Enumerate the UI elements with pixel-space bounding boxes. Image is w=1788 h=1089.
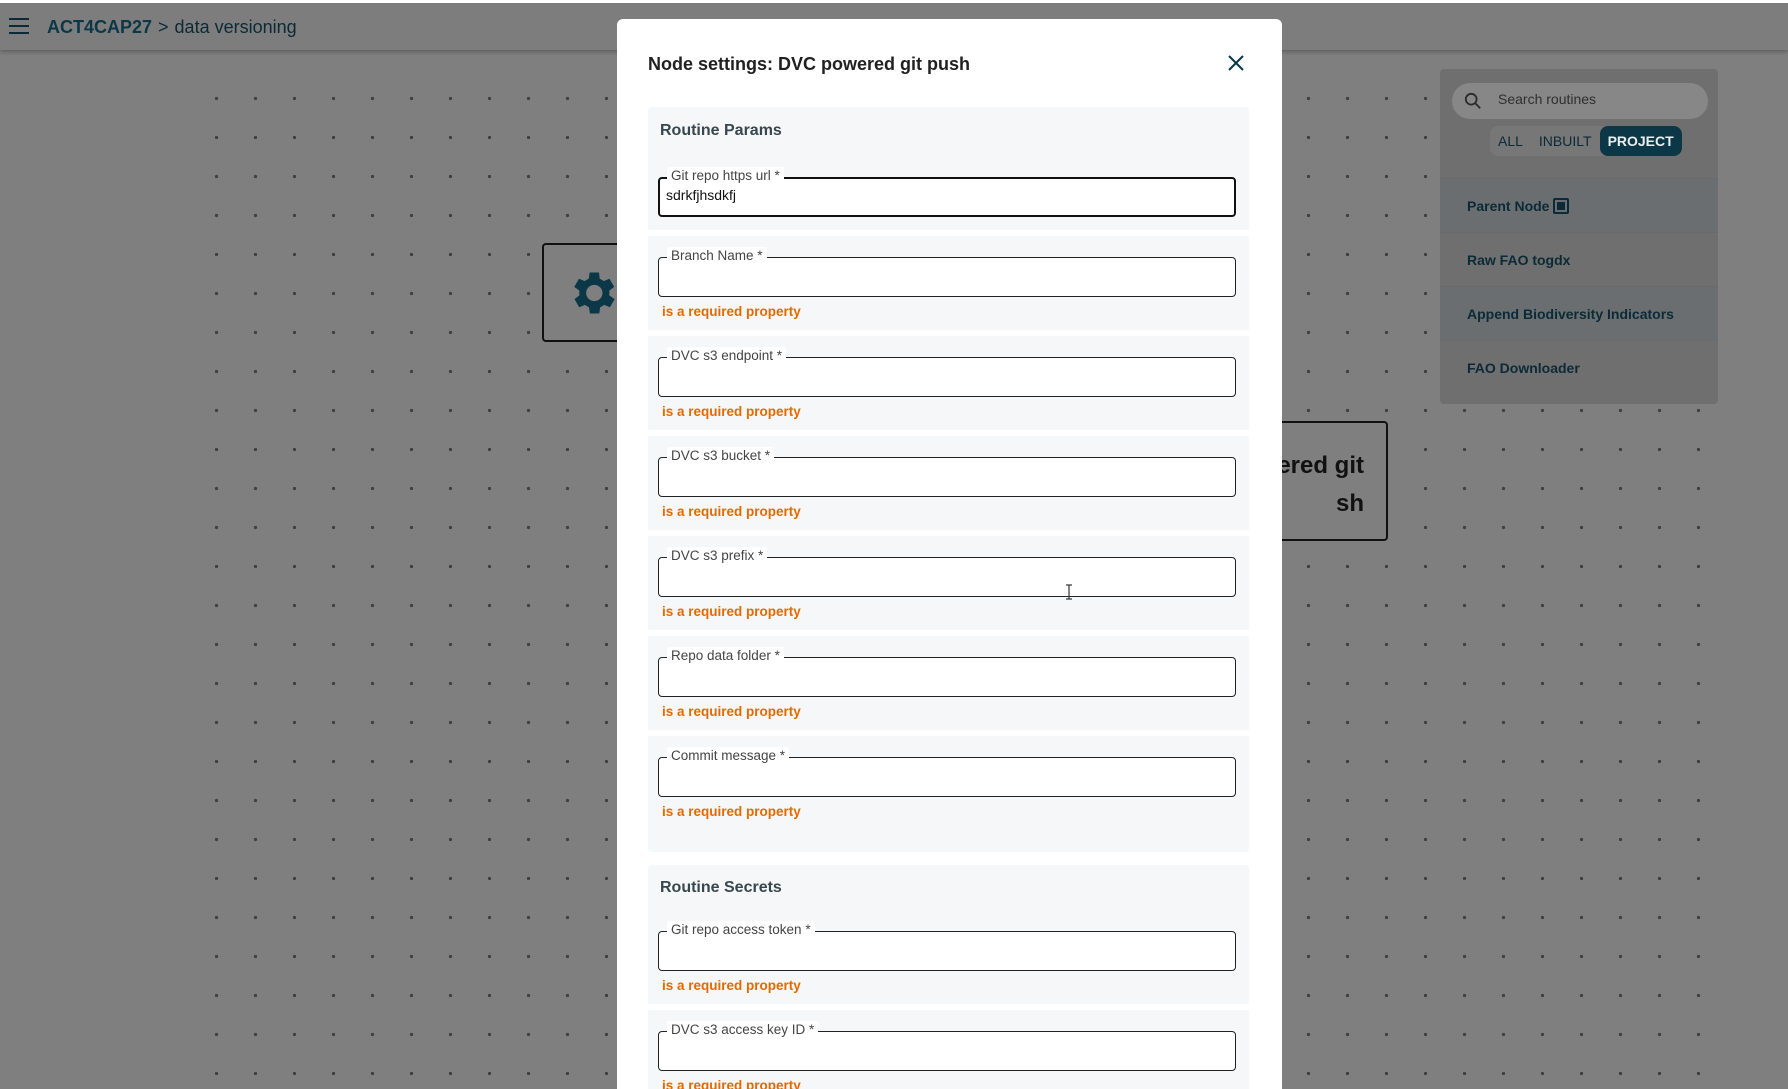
git-url-input[interactable]	[666, 187, 1226, 203]
error-message: is a required property	[662, 978, 801, 993]
routine-filter-tabs: ALL INBUILT PROJECT	[1490, 126, 1682, 156]
routine-item-parent-node[interactable]: Parent Node	[1440, 178, 1718, 232]
repo-data-folder-input[interactable]	[665, 666, 1225, 682]
breadcrumb: ACT4CAP27 > data versioning	[47, 17, 297, 38]
routine-params-section: Routine Params Git repo https url * Bran…	[648, 107, 1249, 852]
search-icon	[1464, 92, 1481, 109]
routine-item-label: Parent Node	[1467, 198, 1550, 214]
workflow-node-left[interactable]	[542, 243, 622, 342]
breadcrumb-project[interactable]: ACT4CAP27	[47, 17, 152, 38]
filter-inbuilt[interactable]: INBUILT	[1531, 126, 1600, 156]
gear-icon	[574, 272, 615, 314]
routine-item-label: Raw FAO togdx	[1467, 252, 1571, 268]
field-label: DVC s3 endpoint *	[667, 347, 787, 364]
error-message: is a required property	[662, 804, 801, 819]
routine-item-label: Append Biodiversity Indicators	[1467, 306, 1674, 322]
error-message: is a required property	[662, 504, 801, 519]
filter-all[interactable]: ALL	[1490, 126, 1531, 156]
s3-prefix-input[interactable]	[665, 566, 1225, 582]
routine-search[interactable]	[1452, 83, 1708, 119]
search-input[interactable]	[1498, 91, 1698, 107]
breadcrumb-page: data versioning	[174, 17, 297, 37]
field-label: DVC s3 prefix *	[667, 547, 768, 564]
field-label: Git repo access token *	[667, 921, 815, 938]
routine-item-fao-downloader[interactable]: FAO Downloader	[1440, 340, 1718, 394]
commit-message-input[interactable]	[665, 766, 1225, 782]
section-title-secrets: Routine Secrets	[660, 879, 782, 896]
section-title-params: Routine Params	[660, 122, 782, 139]
error-message: is a required property	[662, 404, 801, 419]
branch-name-input[interactable]	[665, 266, 1225, 282]
dialog-title: Node settings: DVC powered git push	[648, 54, 971, 74]
chip-icon	[1553, 198, 1570, 214]
routine-item-label: FAO Downloader	[1467, 360, 1580, 376]
field-label: Commit message *	[667, 747, 790, 764]
close-icon[interactable]	[1224, 51, 1248, 75]
node-settings-dialog: Node settings: DVC powered git push Rout…	[617, 19, 1282, 1089]
field-label: DVC s3 bucket *	[667, 447, 775, 464]
field-label: Branch Name *	[667, 247, 767, 264]
field-label: Repo data folder *	[667, 647, 784, 664]
routine-item-append-biodiversity[interactable]: Append Biodiversity Indicators	[1440, 286, 1718, 340]
breadcrumb-separator: >	[158, 17, 169, 37]
text-cursor-icon	[1066, 584, 1072, 600]
routines-panel: ALL INBUILT PROJECT Parent Node Raw FAO …	[1440, 69, 1718, 404]
error-message: is a required property	[662, 604, 801, 619]
error-message: is a required property	[662, 704, 801, 719]
git-access-token-input[interactable]	[665, 940, 1225, 956]
s3-access-key-input[interactable]	[665, 1040, 1225, 1056]
routine-item-raw-fao[interactable]: Raw FAO togdx	[1440, 232, 1718, 286]
error-message: is a required property	[662, 1078, 801, 1089]
s3-endpoint-input[interactable]	[665, 366, 1225, 382]
filter-project[interactable]: PROJECT	[1599, 126, 1682, 156]
field-label: DVC s3 access key ID *	[667, 1021, 819, 1038]
error-message: is a required property	[662, 304, 801, 319]
s3-bucket-input[interactable]	[665, 466, 1225, 482]
routine-secrets-section: Routine Secrets Git repo access token * …	[648, 865, 1249, 1089]
hamburger-menu-icon[interactable]	[9, 18, 29, 36]
field-label: Git repo https url *	[667, 167, 784, 184]
